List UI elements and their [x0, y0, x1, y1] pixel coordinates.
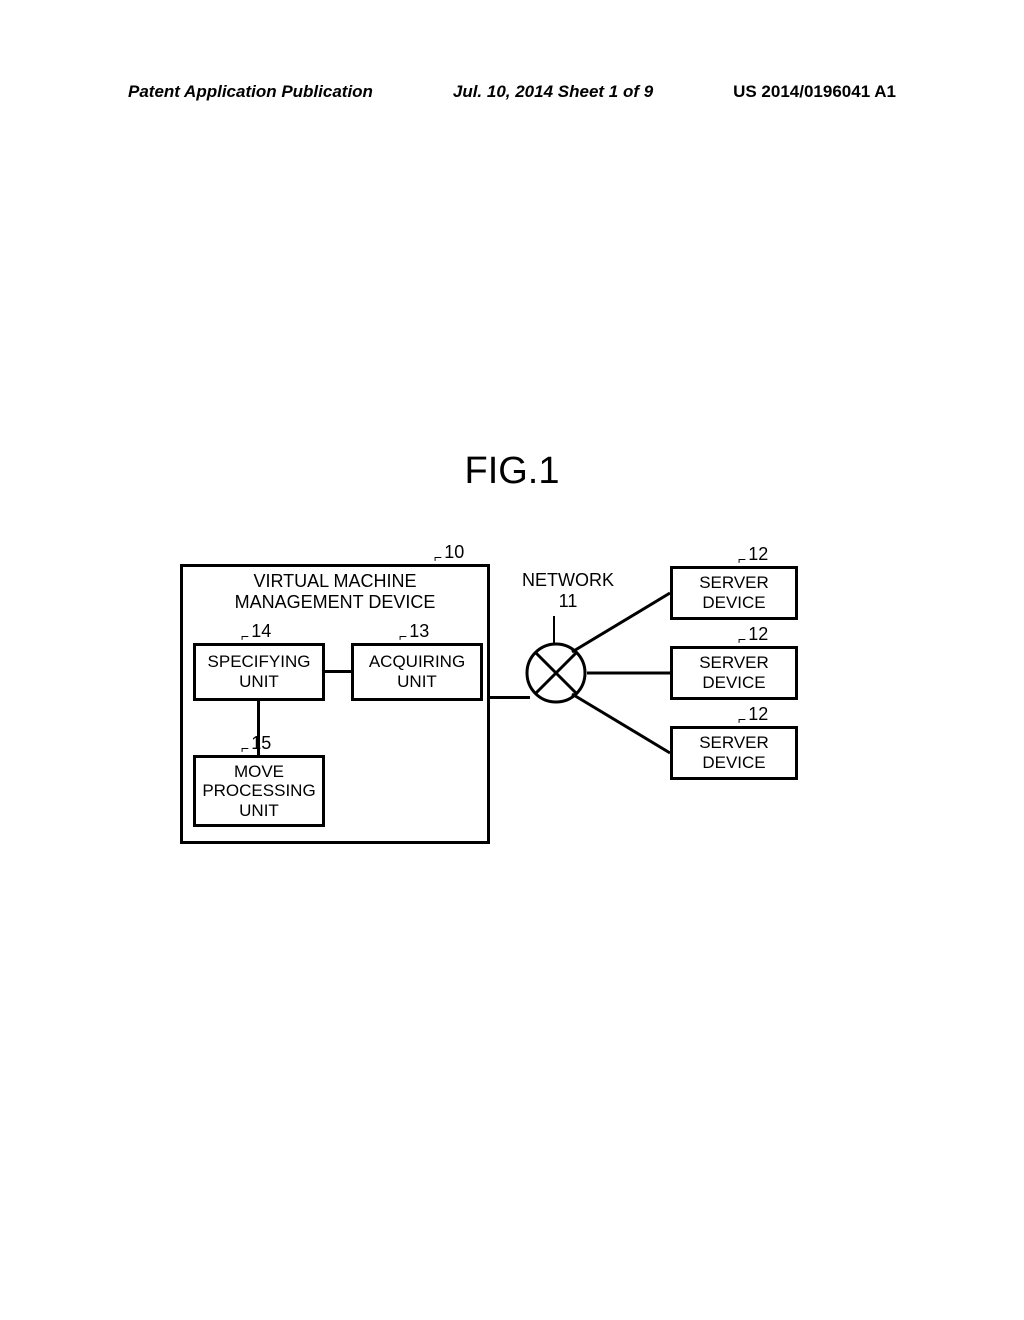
network-node-icon: [525, 642, 587, 704]
hook-icon: ⌐: [241, 628, 249, 644]
header-right: US 2014/0196041 A1: [733, 82, 896, 102]
specifying-unit-box: SPECIFYING UNIT: [193, 643, 325, 701]
server-device-box: SERVER DEVICE: [670, 726, 798, 780]
ref-12: ⌐12: [738, 704, 768, 725]
hook-icon: ⌐: [399, 628, 407, 644]
page-header: Patent Application Publication Jul. 10, …: [128, 82, 896, 102]
ref-14: ⌐14: [241, 621, 271, 642]
ref-15: ⌐15: [241, 733, 271, 754]
header-center: Jul. 10, 2014 Sheet 1 of 9: [453, 82, 653, 102]
ref-13: ⌐13: [399, 621, 429, 642]
hook-icon: ⌐: [738, 711, 746, 727]
connector-line: [490, 696, 530, 699]
move-processing-unit-box: MOVE PROCESSING UNIT: [193, 755, 325, 827]
vmm-title: VIRTUAL MACHINE MANAGEMENT DEVICE: [183, 571, 487, 612]
figure-title: FIG.1: [0, 450, 1024, 493]
ref-12: ⌐12: [738, 544, 768, 565]
ref-12: ⌐12: [738, 624, 768, 645]
header-left: Patent Application Publication: [128, 82, 373, 102]
hook-icon: ⌐: [738, 631, 746, 647]
vmm-device-box: VIRTUAL MACHINE MANAGEMENT DEVICE ⌐14 SP…: [180, 564, 490, 844]
hook-icon: ⌐: [241, 740, 249, 756]
hook-icon: ⌐: [434, 549, 442, 565]
connector-line: [553, 616, 555, 644]
server-device-box: SERVER DEVICE: [670, 646, 798, 700]
ref-10: ⌐10: [434, 542, 464, 563]
hook-icon: ⌐: [738, 551, 746, 567]
figure-diagram: ⌐10 VIRTUAL MACHINE MANAGEMENT DEVICE ⌐1…: [170, 540, 850, 880]
network-label: NETWORK 11: [522, 570, 614, 611]
server-device-box: SERVER DEVICE: [670, 566, 798, 620]
connector-line: [325, 670, 351, 673]
acquiring-unit-box: ACQUIRING UNIT: [351, 643, 483, 701]
